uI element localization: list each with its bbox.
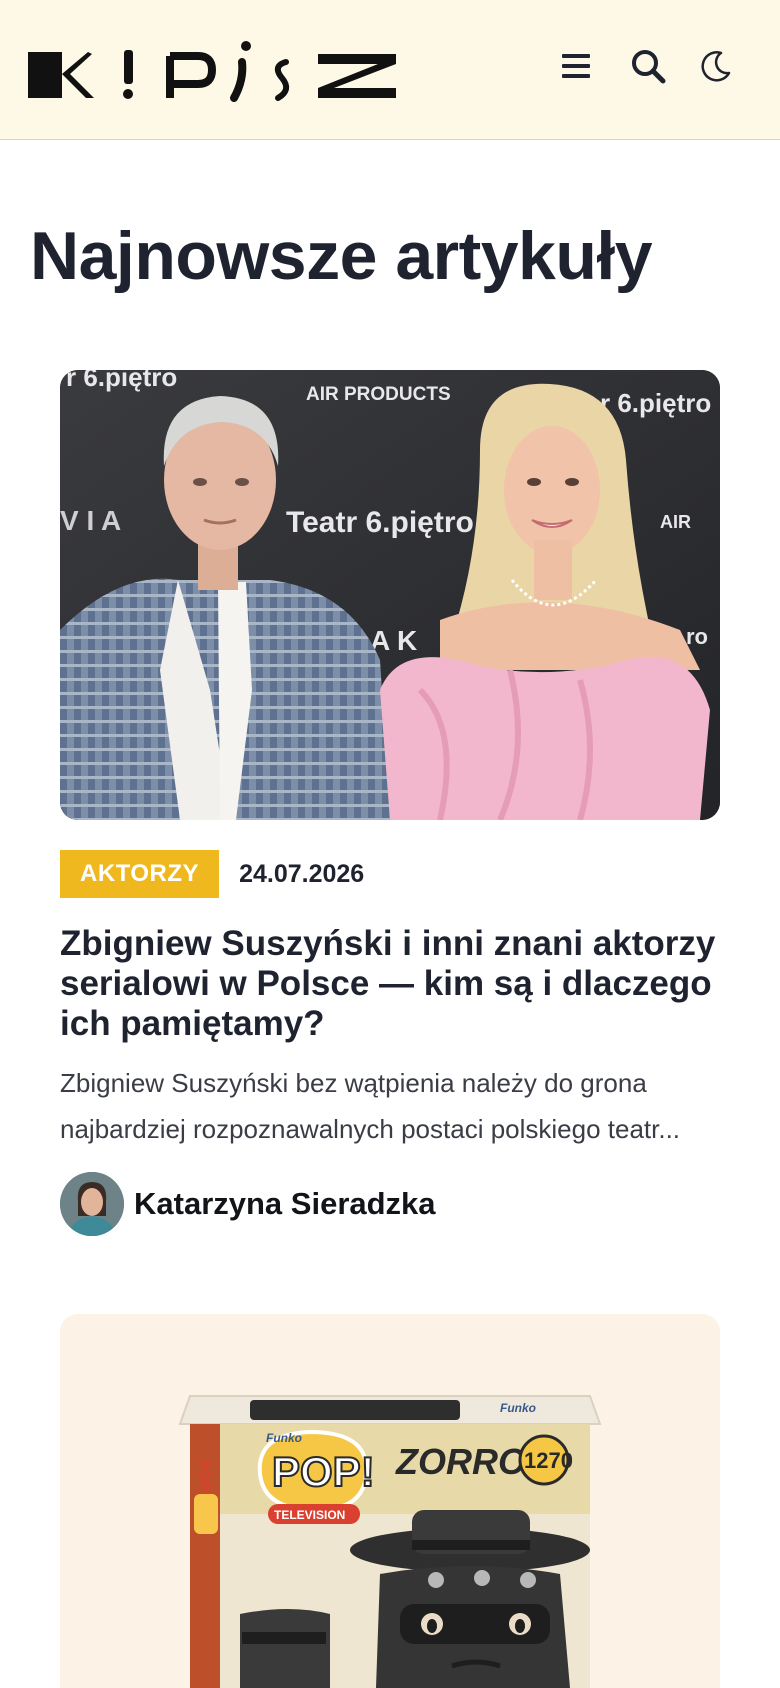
hamburger-icon[interactable] — [550, 40, 602, 92]
category-badge[interactable]: AKTORZY — [60, 850, 220, 898]
site-logo[interactable] — [28, 40, 398, 104]
svg-text:r 6.piętro: r 6.piętro — [66, 370, 177, 392]
moon-icon[interactable] — [690, 40, 742, 92]
article-image[interactable]: POP! TELEVISION Funko ZORRO 1270 POP! Fu… — [60, 1314, 720, 1688]
author-name[interactable]: Katarzyna Sieradzka — [134, 1186, 436, 1222]
svg-text:1270: 1270 — [524, 1448, 573, 1473]
svg-text:POP!: POP! — [272, 1448, 375, 1495]
svg-text:TELEVISION: TELEVISION — [274, 1508, 345, 1522]
svg-text:ro: ro — [686, 624, 708, 649]
svg-text:V I A: V I A — [60, 505, 121, 536]
article-author[interactable]: Katarzyna Sieradzka — [60, 1172, 436, 1236]
svg-text:AIR: AIR — [660, 512, 691, 532]
svg-text:Teatr 6.piętro: Teatr 6.piętro — [286, 506, 474, 539]
article-date: 24.07.2026 — [239, 859, 365, 888]
svg-text:AIR PRODUCTS: AIR PRODUCTS — [306, 384, 451, 405]
page-title: Najnowsze artykuły — [30, 218, 653, 294]
article-title[interactable]: Zbigniew Suszyński i inni znani aktorzy … — [60, 924, 720, 1044]
svg-text:A K: A K — [370, 625, 417, 656]
logo-wordmark — [28, 41, 396, 102]
svg-text:POP!: POP! — [197, 1460, 213, 1494]
site-header — [0, 0, 780, 140]
article-image[interactable]: r 6.piętro AIR PRODUCTS r 6.piętro Teatr… — [60, 370, 720, 820]
svg-text:Funko: Funko — [500, 1401, 536, 1415]
search-icon[interactable] — [622, 40, 674, 92]
article-excerpt: Zbigniew Suszyński bez wątpienia należy … — [60, 1068, 681, 1144]
svg-text:Funko: Funko — [266, 1431, 302, 1445]
article-meta: AKTORZY 24.07.2026 — [60, 850, 364, 898]
svg-text:ZORRO: ZORRO — [395, 1441, 526, 1482]
svg-text:r 6.piętro: r 6.piętro — [600, 388, 711, 418]
avatar — [60, 1172, 124, 1236]
